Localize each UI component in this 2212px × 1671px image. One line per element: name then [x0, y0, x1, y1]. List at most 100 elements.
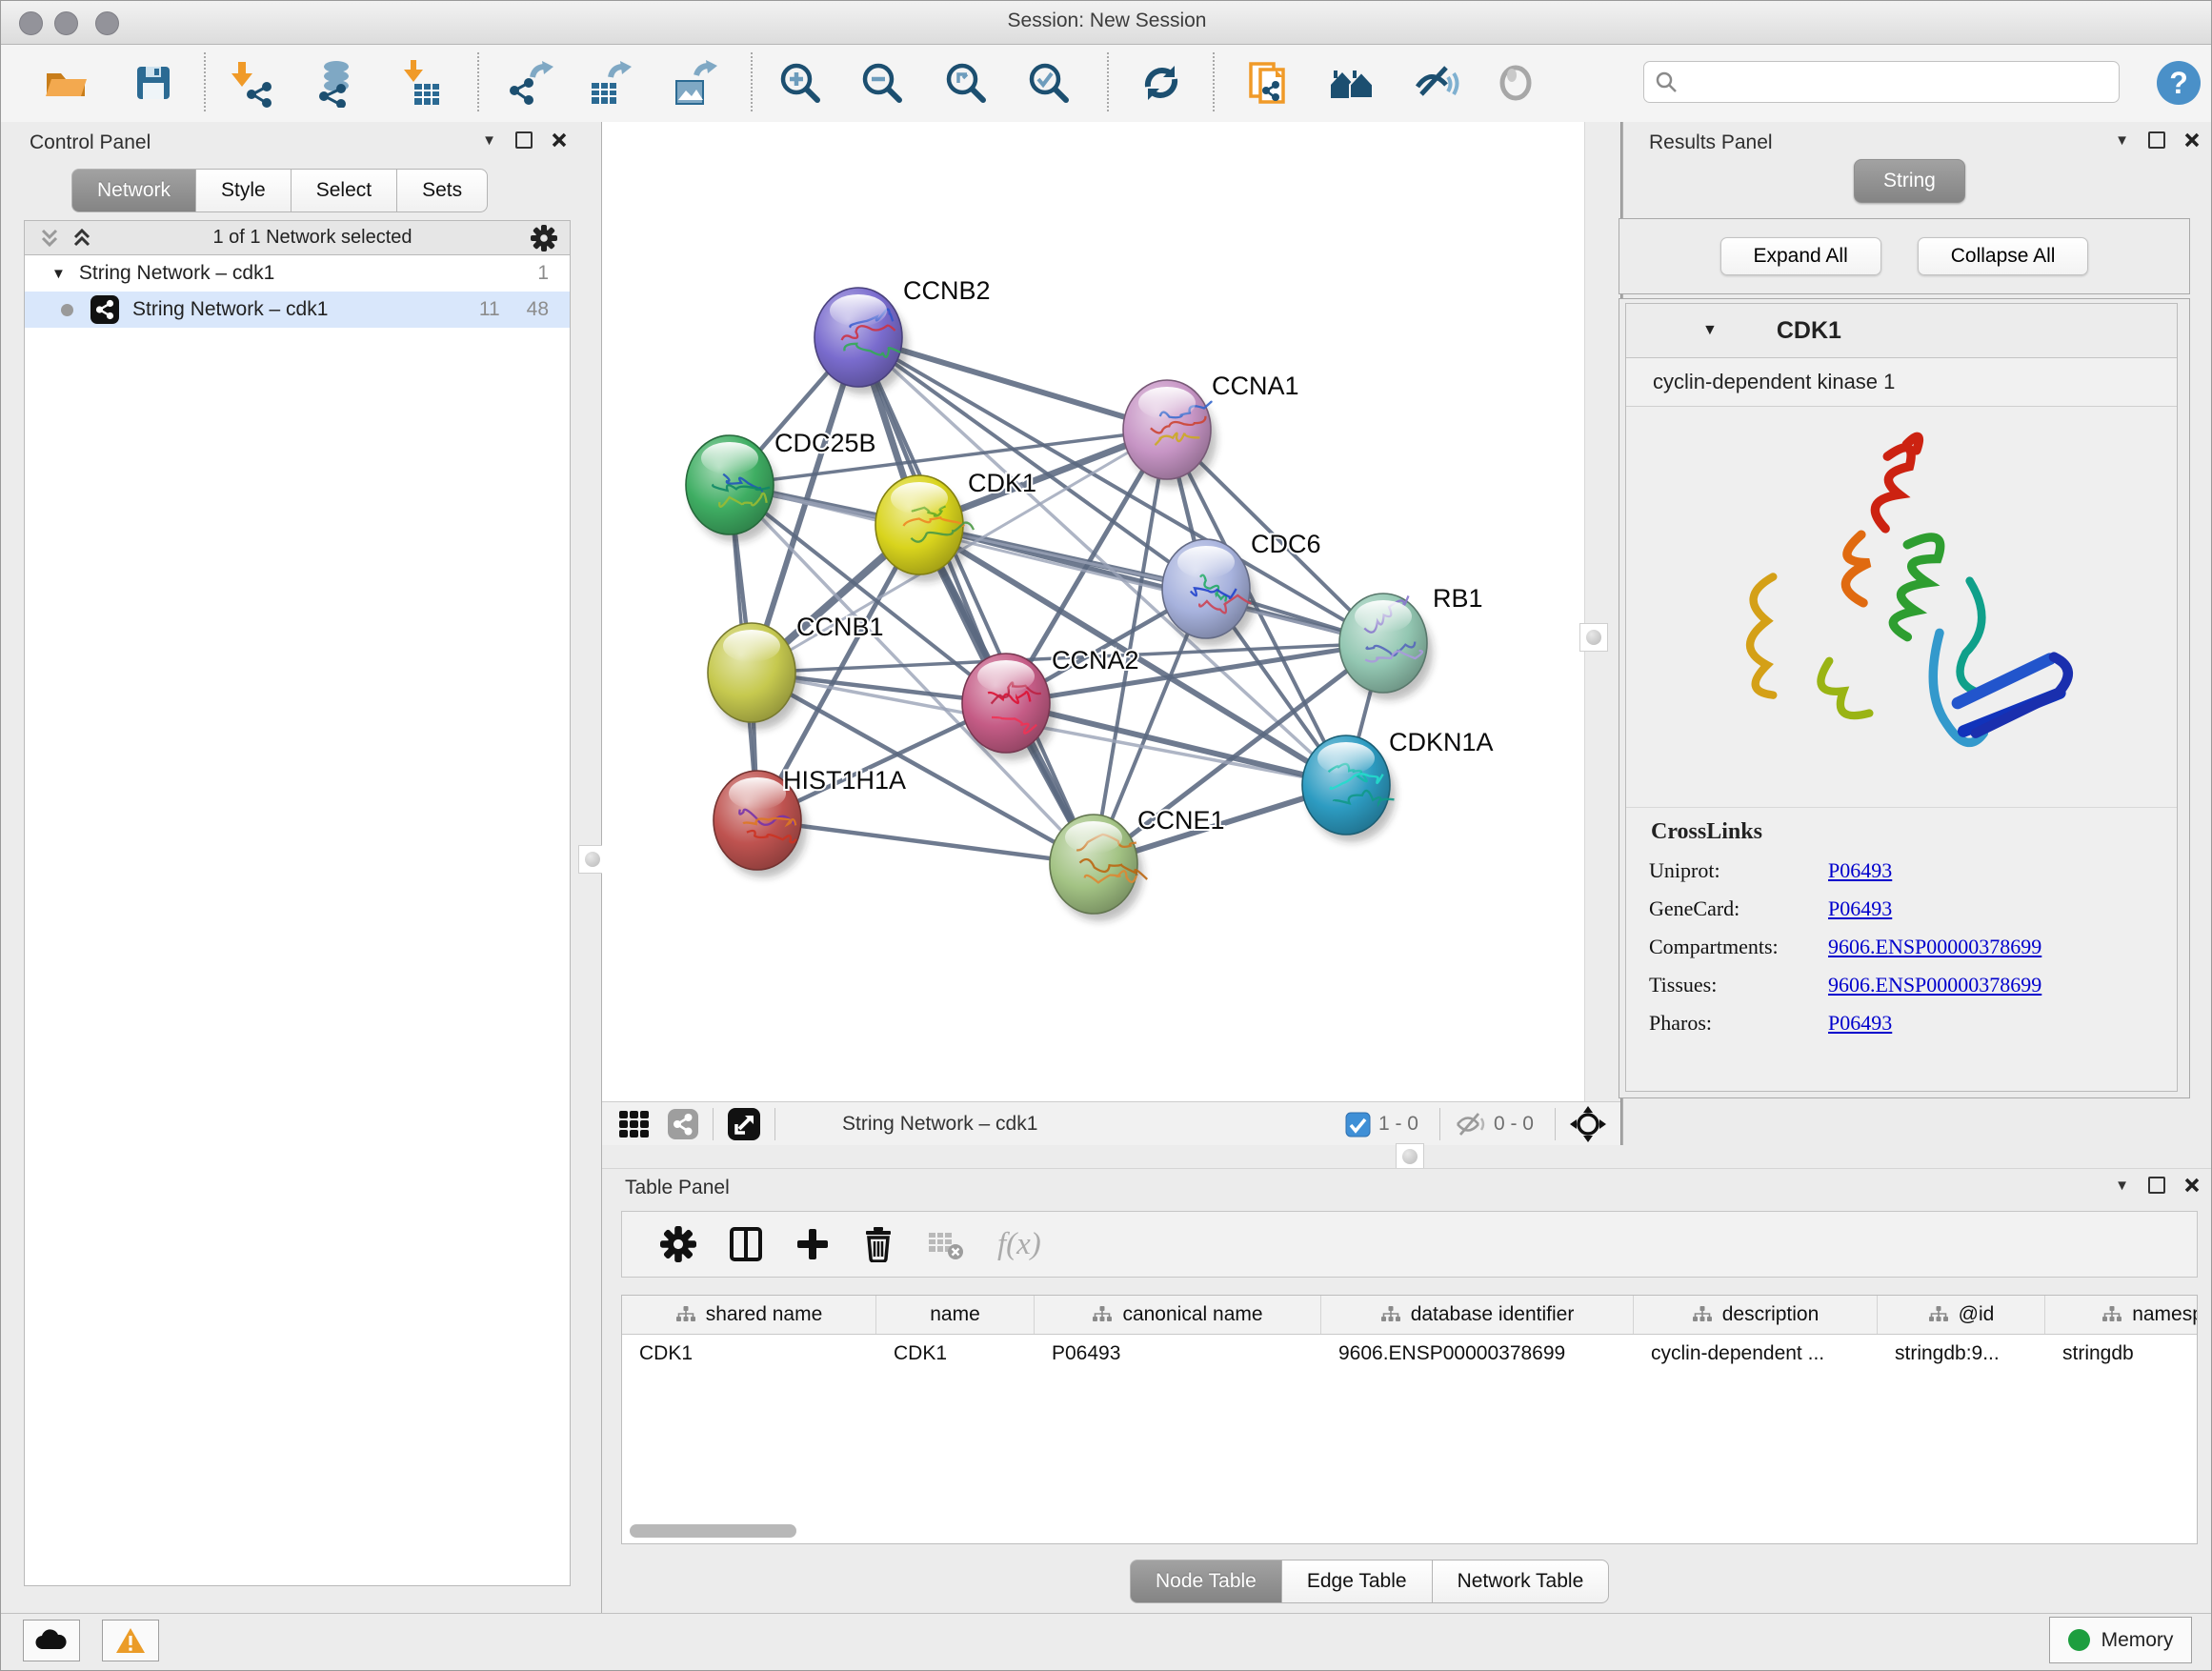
help-button[interactable]: ?	[2154, 58, 2203, 108]
column-header-description[interactable]: description	[1634, 1296, 1878, 1334]
results-tab-string[interactable]: String	[1854, 159, 1965, 203]
search-field[interactable]	[1643, 61, 2120, 103]
export-image-button[interactable]	[670, 58, 719, 108]
column-header-canonical-name[interactable]: canonical name	[1035, 1296, 1321, 1334]
svg-text:?: ?	[2169, 66, 2188, 100]
column-header-namespace[interactable]: namespace	[2045, 1296, 2198, 1334]
float-panel-icon[interactable]	[2148, 131, 2165, 149]
export-table-button[interactable]	[584, 58, 633, 108]
search-icon	[1654, 70, 1679, 94]
expand-all-icon[interactable]	[70, 227, 95, 250]
network-node-CCNA1[interactable]	[1123, 380, 1217, 487]
tab-network[interactable]: Network	[71, 169, 196, 212]
delete-column-icon[interactable]	[862, 1226, 895, 1262]
hidden-eye-icon[interactable]	[1454, 1109, 1486, 1139]
table-cell[interactable]: CDK1	[876, 1335, 1035, 1373]
memory-button[interactable]: Memory	[2049, 1617, 2192, 1663]
warning-status-button[interactable]	[102, 1620, 159, 1661]
gear-icon[interactable]	[530, 224, 558, 252]
column-header-name[interactable]: name	[876, 1296, 1035, 1334]
table-row[interactable]: CDK1CDK1P064939606.ENSP00000378699cyclin…	[622, 1335, 2197, 1373]
birdseye-icon[interactable]	[1569, 1105, 1607, 1143]
show-columns-icon[interactable]	[729, 1226, 763, 1262]
table-cell[interactable]: P06493	[1035, 1335, 1321, 1373]
network-row[interactable]: String Network – cdk1 11 48	[25, 292, 570, 328]
table-hscrollbar-thumb[interactable]	[630, 1524, 796, 1538]
cloud-status-button[interactable]	[23, 1620, 80, 1661]
detail-orb-button[interactable]	[1491, 58, 1540, 108]
table-cell[interactable]: CDK1	[622, 1335, 876, 1373]
tab-edge-table[interactable]: Edge Table	[1282, 1560, 1433, 1603]
panel-menu-icon[interactable]: ▼	[2115, 1178, 2129, 1193]
network-node-CCNE1[interactable]	[1050, 815, 1147, 921]
close-panel-icon[interactable]	[2184, 1178, 2200, 1193]
column-header-database-identifier[interactable]: database identifier	[1321, 1296, 1634, 1334]
node-gloss-highlight	[1138, 387, 1196, 419]
close-panel-icon[interactable]	[2184, 132, 2200, 148]
table-gear-icon[interactable]	[660, 1226, 696, 1262]
show-graphics-details-button[interactable]	[1410, 58, 1459, 108]
zoom-in-button[interactable]	[775, 58, 825, 108]
table-cell[interactable]: 9606.ENSP00000378699	[1321, 1335, 1634, 1373]
tab-sets[interactable]: Sets	[397, 169, 488, 212]
import-network-database-button[interactable]	[307, 58, 356, 108]
collapse-all-icon[interactable]	[38, 227, 63, 250]
network-canvas[interactable]: CCNB2CCNA1CDC25BCDK1CDC6RB1CCNB1CCNA2CDK…	[602, 122, 1620, 1101]
table-cell[interactable]: stringdb	[2045, 1335, 2198, 1373]
grid-view-icon[interactable]	[617, 1107, 652, 1141]
collapse-all-button[interactable]: Collapse All	[1918, 237, 2089, 275]
save-session-button[interactable]	[129, 58, 178, 108]
float-panel-icon[interactable]	[515, 131, 533, 149]
node-label-CCNE1: CCNE1	[1137, 806, 1225, 835]
open-in-new-window-icon[interactable]	[727, 1107, 761, 1141]
network-collection-row[interactable]: ▼ String Network – cdk1 1	[25, 255, 570, 292]
crosslink-link[interactable]: 9606.ENSP00000378699	[1828, 935, 2041, 959]
crosslink-link[interactable]: P06493	[1828, 896, 1892, 921]
collapse-protein-icon[interactable]: ▼	[1702, 322, 1718, 339]
node-label-CCNB1: CCNB1	[796, 613, 884, 641]
tab-style[interactable]: Style	[196, 169, 292, 212]
tree-expander-icon[interactable]: ▼	[51, 266, 66, 282]
export-network-button[interactable]	[506, 58, 555, 108]
zoom-out-button[interactable]	[857, 58, 907, 108]
float-panel-icon[interactable]	[2148, 1177, 2165, 1194]
protein-card: ▼ CDK1 cyclin-dependent kinase 1	[1625, 303, 2178, 1092]
close-panel-icon[interactable]	[552, 132, 567, 148]
share-network-document-button[interactable]	[1243, 58, 1293, 108]
string-app-button[interactable]	[1327, 58, 1377, 108]
protein-structure-image[interactable]	[1626, 407, 2177, 807]
share-view-icon[interactable]	[667, 1108, 699, 1140]
crosslink-link[interactable]: 9606.ENSP00000378699	[1828, 973, 2041, 997]
network-node-CDC25B[interactable]	[686, 435, 779, 542]
network-node-CCNB2[interactable]	[814, 288, 908, 394]
network-node-CDKN1A[interactable]	[1302, 735, 1396, 842]
tab-select[interactable]: Select	[292, 169, 397, 212]
column-header-shared-name[interactable]: shared name	[622, 1296, 876, 1334]
add-column-icon[interactable]	[795, 1226, 830, 1262]
panel-menu-icon[interactable]: ▼	[2115, 133, 2129, 148]
crosslink-link[interactable]: P06493	[1828, 1011, 1892, 1036]
open-file-button[interactable]	[41, 58, 90, 108]
right-splitter-handle[interactable]	[1579, 623, 1608, 652]
protein-card-header[interactable]: ▼ CDK1	[1626, 304, 2177, 358]
network-edge-HIST1H1A-CCNE1[interactable]	[757, 820, 1094, 864]
expand-all-button[interactable]: Expand All	[1720, 237, 1881, 275]
search-input[interactable]	[1679, 70, 2109, 94]
network-node-RB1[interactable]	[1339, 594, 1433, 700]
column-header-@id[interactable]: @id	[1878, 1296, 2045, 1334]
zoom-fit-button[interactable]	[941, 58, 991, 108]
tab-network-table[interactable]: Network Table	[1433, 1560, 1610, 1603]
import-network-file-button[interactable]	[225, 58, 274, 108]
import-table-file-button[interactable]	[395, 58, 445, 108]
export-image-icon	[670, 58, 719, 108]
tab-node-table[interactable]: Node Table	[1130, 1560, 1282, 1603]
table-cell[interactable]: cyclin-dependent ...	[1634, 1335, 1878, 1373]
crosslink-link[interactable]: P06493	[1828, 858, 1892, 883]
zoom-selected-button[interactable]	[1024, 58, 1074, 108]
apply-layout-button[interactable]	[1136, 58, 1186, 108]
panel-menu-icon[interactable]: ▼	[482, 133, 496, 148]
network-node-CCNA2[interactable]	[962, 654, 1056, 760]
bottom-splitter-handle[interactable]	[1396, 1143, 1424, 1170]
table-cell[interactable]: stringdb:9...	[1878, 1335, 2045, 1373]
selected-checkbox-icon[interactable]	[1345, 1112, 1371, 1137]
